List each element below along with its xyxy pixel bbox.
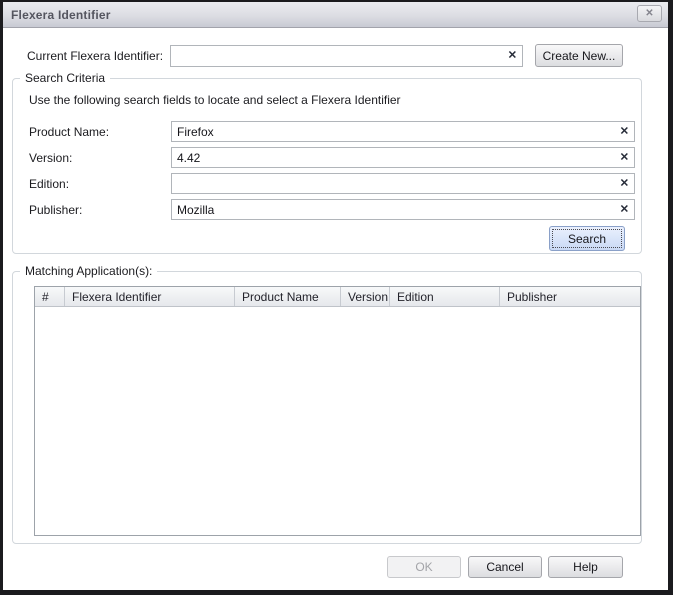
- column-header-edition[interactable]: Edition: [390, 287, 500, 306]
- search-criteria-legend: Search Criteria: [20, 71, 110, 85]
- results-list-empty: [35, 307, 640, 535]
- product-name-label: Product Name:: [29, 125, 109, 139]
- dialog-title: Flexera Identifier: [3, 8, 111, 22]
- results-table: # Flexera Identifier Product Name Versio…: [34, 286, 641, 536]
- matching-applications-legend: Matching Application(s):: [20, 264, 157, 278]
- column-header-version[interactable]: Version: [341, 287, 390, 306]
- close-icon: ✕: [645, 9, 653, 19]
- publisher-field: ✕: [171, 199, 635, 220]
- column-header-number[interactable]: #: [35, 287, 65, 306]
- clear-product-name-icon[interactable]: ✕: [620, 126, 629, 137]
- version-input[interactable]: [172, 148, 634, 167]
- version-label: Version:: [29, 151, 72, 165]
- current-identifier-input[interactable]: [171, 46, 522, 66]
- search-criteria-group: Search Criteria Use the following search…: [12, 78, 642, 254]
- close-button[interactable]: ✕: [637, 5, 662, 22]
- product-name-field: ✕: [171, 121, 635, 142]
- product-name-input[interactable]: [172, 122, 634, 141]
- clear-current-identifier-icon[interactable]: ✕: [508, 51, 517, 62]
- publisher-label: Publisher:: [29, 203, 82, 217]
- current-identifier-label: Current Flexera Identifier:: [27, 49, 163, 63]
- results-table-header: # Flexera Identifier Product Name Versio…: [35, 287, 640, 307]
- edition-label: Edition:: [29, 177, 69, 191]
- column-header-flexera-identifier[interactable]: Flexera Identifier: [65, 287, 235, 306]
- version-field: ✕: [171, 147, 635, 168]
- help-button[interactable]: Help: [548, 556, 623, 578]
- edition-field: ✕: [171, 173, 635, 194]
- ok-button[interactable]: OK: [387, 556, 461, 578]
- clear-publisher-icon[interactable]: ✕: [620, 204, 629, 215]
- create-new-button[interactable]: Create New...: [535, 44, 623, 67]
- search-button[interactable]: Search: [549, 226, 625, 251]
- clear-edition-icon[interactable]: ✕: [620, 178, 629, 189]
- clear-version-icon[interactable]: ✕: [620, 152, 629, 163]
- current-identifier-field: ✕: [170, 45, 523, 67]
- edition-input[interactable]: [172, 174, 634, 193]
- column-header-publisher[interactable]: Publisher: [500, 287, 640, 306]
- matching-applications-group: Matching Application(s): # Flexera Ident…: [12, 271, 642, 544]
- title-bar: Flexera Identifier: [3, 2, 668, 28]
- column-header-product-name[interactable]: Product Name: [235, 287, 341, 306]
- cancel-button[interactable]: Cancel: [468, 556, 542, 578]
- search-instruction-text: Use the following search fields to locat…: [29, 93, 401, 107]
- publisher-input[interactable]: [172, 200, 634, 219]
